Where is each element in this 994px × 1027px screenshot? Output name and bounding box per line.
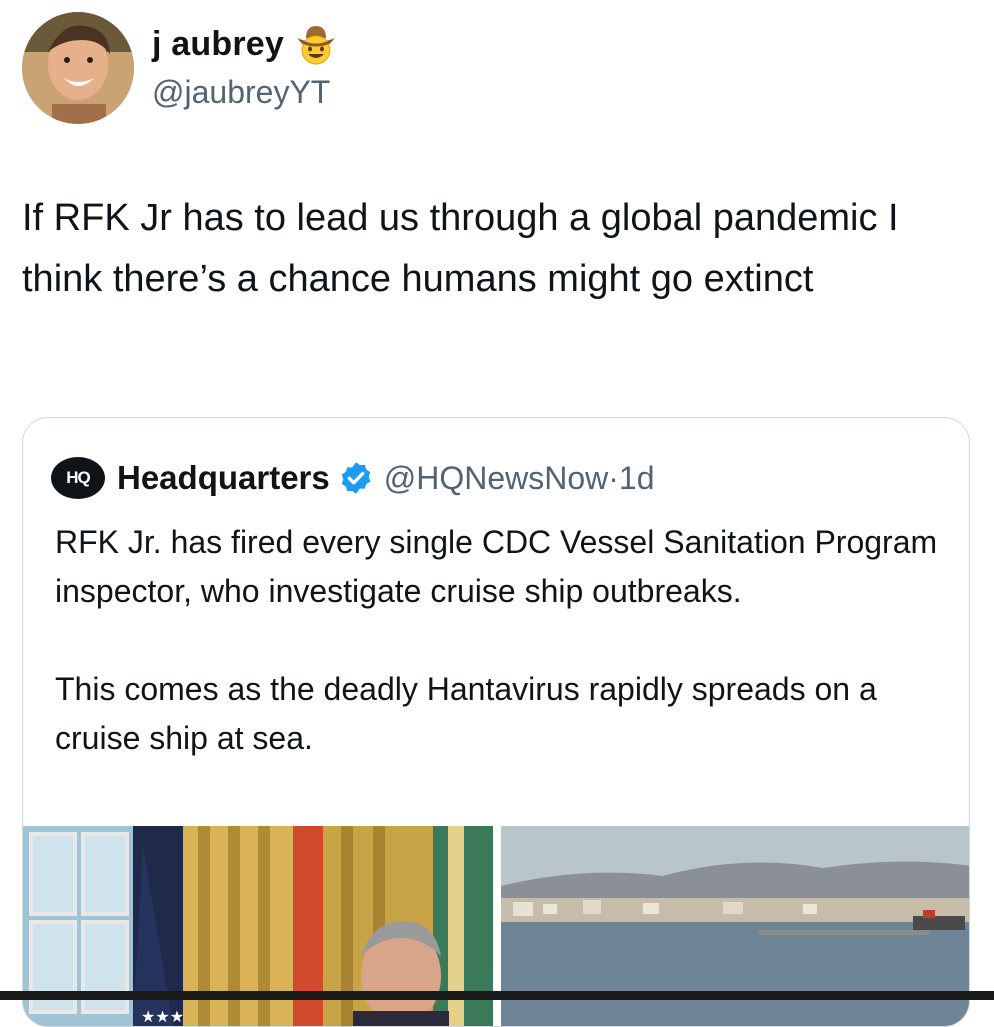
quoted-handle[interactable]: @HQNewsNow [384, 460, 609, 496]
bottom-edge-bar [0, 991, 994, 1000]
hq-logo-avatar[interactable]: HQ [51, 457, 105, 499]
author-avatar[interactable] [22, 12, 134, 124]
quoted-time[interactable]: 1d [619, 460, 655, 496]
quoted-tweet-card[interactable]: HQ Headquarters @HQNewsNow·1d RFK Jr. ha… [22, 417, 970, 1027]
quoted-tweet-header: HQ Headquarters @HQNewsNow·1d [51, 454, 655, 502]
quoted-paragraph-1: RFK Jr. has fired every single CDC Vesse… [55, 524, 938, 609]
quoted-tweet-text: RFK Jr. has fired every single CDC Vesse… [55, 518, 945, 763]
cowboy-hat-face-icon [298, 26, 334, 65]
meta-separator: · [608, 459, 619, 496]
quoted-meta: @HQNewsNow·1d [384, 460, 655, 497]
tweet-text: If RFK Jr has to lead us through a globa… [22, 197, 899, 300]
author-handle[interactable]: @jaubreyYT [152, 74, 330, 111]
author-display-name[interactable]: j aubrey [152, 25, 284, 64]
verified-badge-icon [341, 462, 370, 494]
hq-logo-text: HQ [66, 468, 90, 487]
author-name-row: j aubrey [152, 22, 338, 66]
avatar-photo [22, 12, 134, 124]
quoted-paragraph-2: This comes as the deadly Hantavirus rapi… [55, 671, 877, 756]
quoted-display-name[interactable]: Headquarters [117, 459, 330, 497]
